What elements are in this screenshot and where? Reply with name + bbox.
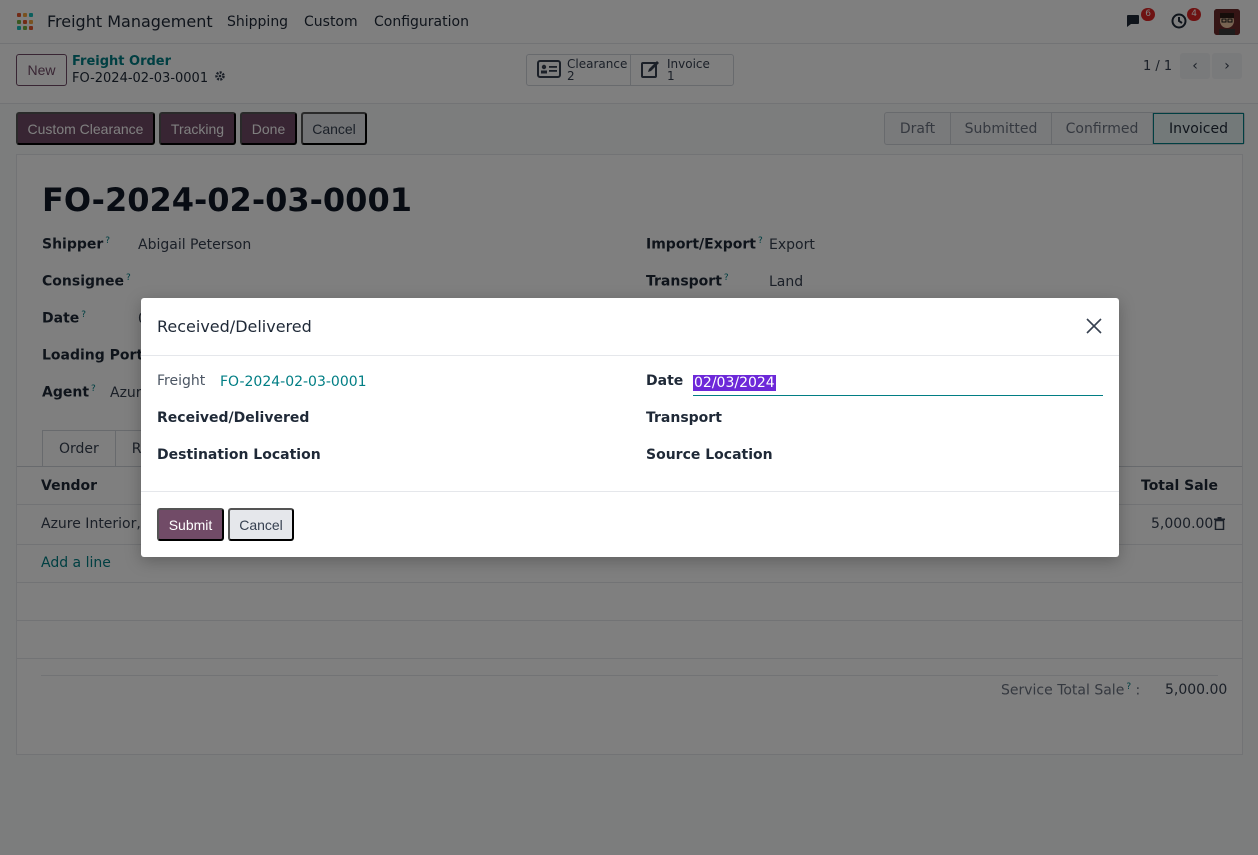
modal-cancel-button[interactable]: Cancel — [228, 508, 294, 541]
source-location-label: Source Location — [646, 447, 773, 463]
destination-location-label: Destination Location — [157, 447, 321, 463]
freight-label: Freight — [157, 373, 206, 389]
submit-button[interactable]: Submit — [157, 508, 224, 541]
modal-header: Received/Delivered — [141, 298, 1119, 356]
modal-title: Received/Delivered — [157, 317, 312, 336]
modal-body: Freight FO-2024-02-03-0001 Received/Deli… — [141, 356, 1119, 492]
modal-footer: Submit Cancel — [141, 491, 1119, 557]
received-delivered-label: Received/Delivered — [157, 410, 310, 426]
modal-date-label: Date — [646, 373, 684, 389]
date-input-value: 02/03/2024 — [693, 375, 776, 391]
received-delivered-dialog: Received/Delivered Freight FO-2024-02-03… — [141, 298, 1119, 557]
date-input[interactable]: 02/03/2024 — [693, 372, 1103, 396]
modal-transport-label: Transport — [646, 410, 722, 426]
freight-link[interactable]: FO-2024-02-03-0001 — [220, 374, 367, 390]
close-icon[interactable] — [1086, 318, 1104, 336]
